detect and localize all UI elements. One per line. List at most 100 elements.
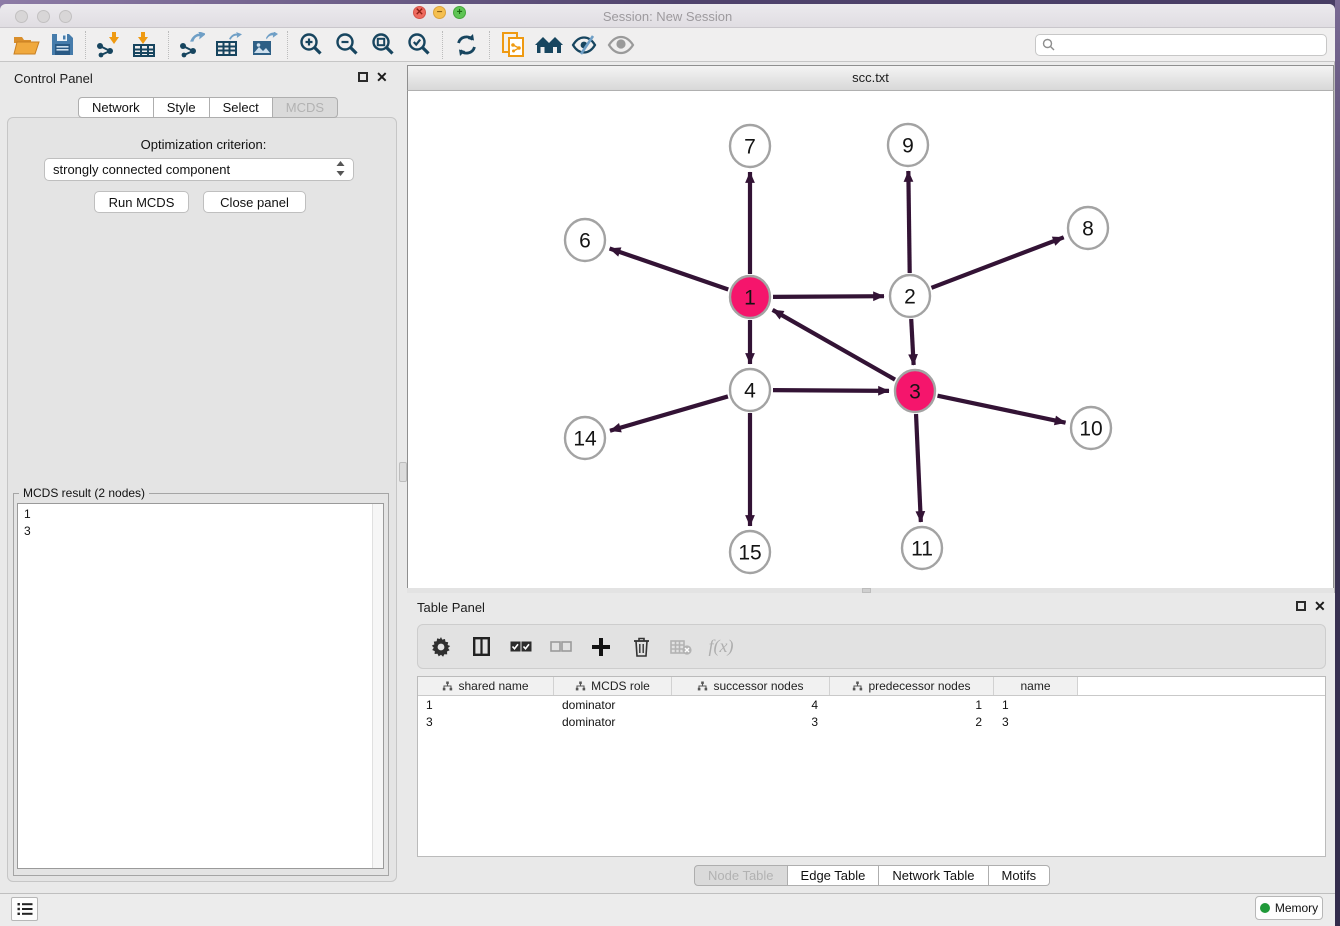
graph-edge-3-1[interactable] (773, 310, 895, 380)
refresh-icon[interactable] (448, 30, 484, 60)
sort-icon (442, 681, 453, 691)
add-column-icon[interactable] (588, 634, 614, 660)
column-header-successor-nodes[interactable]: successor nodes (672, 677, 830, 695)
network-close-button[interactable]: ✕ (413, 6, 426, 19)
graph-edge-2-3[interactable] (911, 319, 913, 365)
network-graph-canvas[interactable]: 1 2 3 4 6 7 8 9 10 11 14 15 (408, 91, 1333, 588)
import-table-icon[interactable] (127, 30, 163, 60)
column-header-shared-name[interactable]: shared name (418, 677, 554, 695)
graph-edge-1-6[interactable] (610, 248, 729, 289)
table-cell[interactable]: 4 (672, 698, 830, 712)
search-box[interactable] (1035, 34, 1327, 56)
table-cell[interactable]: 3 (994, 715, 1078, 729)
tab-motifs[interactable]: Motifs (989, 865, 1051, 886)
mcds-result-text[interactable]: 13 (17, 503, 384, 869)
graph-edge-3-10[interactable] (938, 396, 1066, 423)
graph-edge-1-2[interactable] (773, 296, 884, 297)
graph-node-label: 8 (1082, 218, 1094, 241)
export-image-icon[interactable] (246, 30, 282, 60)
function-icon[interactable]: f(x) (708, 634, 734, 660)
import-network-icon[interactable] (91, 30, 127, 60)
task-history-button[interactable] (11, 897, 38, 921)
graph-node-9[interactable]: 9 (888, 124, 928, 166)
tab-network[interactable]: Network (78, 97, 154, 118)
tab-select[interactable]: Select (210, 97, 273, 118)
graph-edge-2-9[interactable] (908, 171, 909, 273)
export-table-icon[interactable] (210, 30, 246, 60)
column-header-mcds-role[interactable]: MCDS role (554, 677, 672, 695)
tab-mcds[interactable]: MCDS (273, 97, 338, 118)
mcds-result-scrollbar[interactable] (372, 504, 383, 868)
close-panel-button[interactable]: Close panel (203, 191, 306, 213)
window-title: Session: New Session (0, 9, 1335, 24)
settings-gear-icon[interactable] (428, 634, 454, 660)
graph-node-8[interactable]: 8 (1068, 207, 1108, 249)
table-cell[interactable]: dominator (554, 698, 672, 712)
open-icon[interactable] (8, 30, 44, 60)
graph-node-10[interactable]: 10 (1071, 407, 1111, 449)
graph-node-3[interactable]: 3 (895, 370, 935, 412)
memory-button[interactable]: Memory (1255, 896, 1323, 920)
table-row[interactable]: 3dominator323 (418, 713, 1325, 730)
graph-edge-2-8[interactable] (931, 237, 1063, 288)
network-minimize-button[interactable]: − (433, 6, 446, 19)
graph-node-6[interactable]: 6 (565, 219, 605, 261)
desktop: Session: New Session (0, 0, 1340, 926)
clone-network-icon[interactable] (495, 30, 531, 60)
optimization-criterion-select[interactable]: strongly connected component (44, 158, 354, 181)
table-cell[interactable]: 3 (672, 715, 830, 729)
table-cell[interactable]: 1 (830, 698, 994, 712)
graph-node-1[interactable]: 1 (730, 276, 770, 318)
graph-node-label: 9 (902, 135, 914, 158)
home-icon[interactable] (531, 30, 567, 60)
delete-column-icon[interactable] (628, 634, 654, 660)
table-panel-close-icon[interactable]: ✕ (1314, 601, 1326, 611)
control-panel-float-icon[interactable] (358, 72, 368, 82)
table-cell[interactable]: 3 (418, 715, 554, 729)
zoom-selected-icon[interactable] (401, 30, 437, 60)
graph-edge-3-11[interactable] (916, 414, 921, 522)
graph-node-11[interactable]: 11 (902, 527, 942, 569)
export-network-icon[interactable] (174, 30, 210, 60)
graph-node-2[interactable]: 2 (890, 275, 930, 317)
zoom-fit-icon[interactable] (365, 30, 401, 60)
graph-edge-4-14[interactable] (610, 396, 728, 430)
zoom-in-icon[interactable] (293, 30, 329, 60)
mcds-result-title: MCDS result (2 nodes) (19, 486, 149, 500)
graph-node-14[interactable]: 14 (565, 417, 605, 459)
control-panel-close-icon[interactable]: ✕ (376, 72, 388, 82)
column-label: predecessor nodes (868, 679, 970, 693)
deselect-all-icon[interactable] (548, 634, 574, 660)
save-icon[interactable] (44, 30, 80, 60)
status-bar (0, 893, 1335, 926)
table-panel-float-icon[interactable] (1296, 601, 1306, 611)
search-input[interactable] (1059, 38, 1320, 52)
table-row[interactable]: 1dominator411 (418, 696, 1325, 713)
select-all-icon[interactable] (508, 634, 534, 660)
toolbar-separator (442, 31, 443, 59)
table-cell[interactable]: 1 (994, 698, 1078, 712)
table-cell[interactable]: 2 (830, 715, 994, 729)
column-header-predecessor-nodes[interactable]: predecessor nodes (830, 677, 994, 695)
tab-style[interactable]: Style (154, 97, 210, 118)
column-header-name[interactable]: name (994, 677, 1078, 695)
hide-eye-icon[interactable] (567, 30, 603, 60)
graph-node-15[interactable]: 15 (730, 531, 770, 573)
zoom-out-icon[interactable] (329, 30, 365, 60)
graph-node-label: 11 (911, 538, 933, 561)
graph-node-4[interactable]: 4 (730, 369, 770, 411)
panel-splitter-grip[interactable] (399, 462, 407, 482)
graph-edge-4-3[interactable] (773, 390, 889, 391)
tab-edge-table[interactable]: Edge Table (788, 865, 880, 886)
show-eye-icon[interactable] (603, 30, 639, 60)
tab-network-table[interactable]: Network Table (879, 865, 988, 886)
table-header-row: shared name MCDS role successor nodes pr… (418, 677, 1325, 696)
column-layout-icon[interactable] (468, 634, 494, 660)
graph-node-7[interactable]: 7 (730, 125, 770, 167)
network-maximize-button[interactable]: + (453, 6, 466, 19)
table-cell[interactable]: dominator (554, 715, 672, 729)
table-cell[interactable]: 1 (418, 698, 554, 712)
delete-table-icon[interactable] (668, 634, 694, 660)
tab-node-table[interactable]: Node Table (694, 865, 788, 886)
run-mcds-button[interactable]: Run MCDS (94, 191, 189, 213)
